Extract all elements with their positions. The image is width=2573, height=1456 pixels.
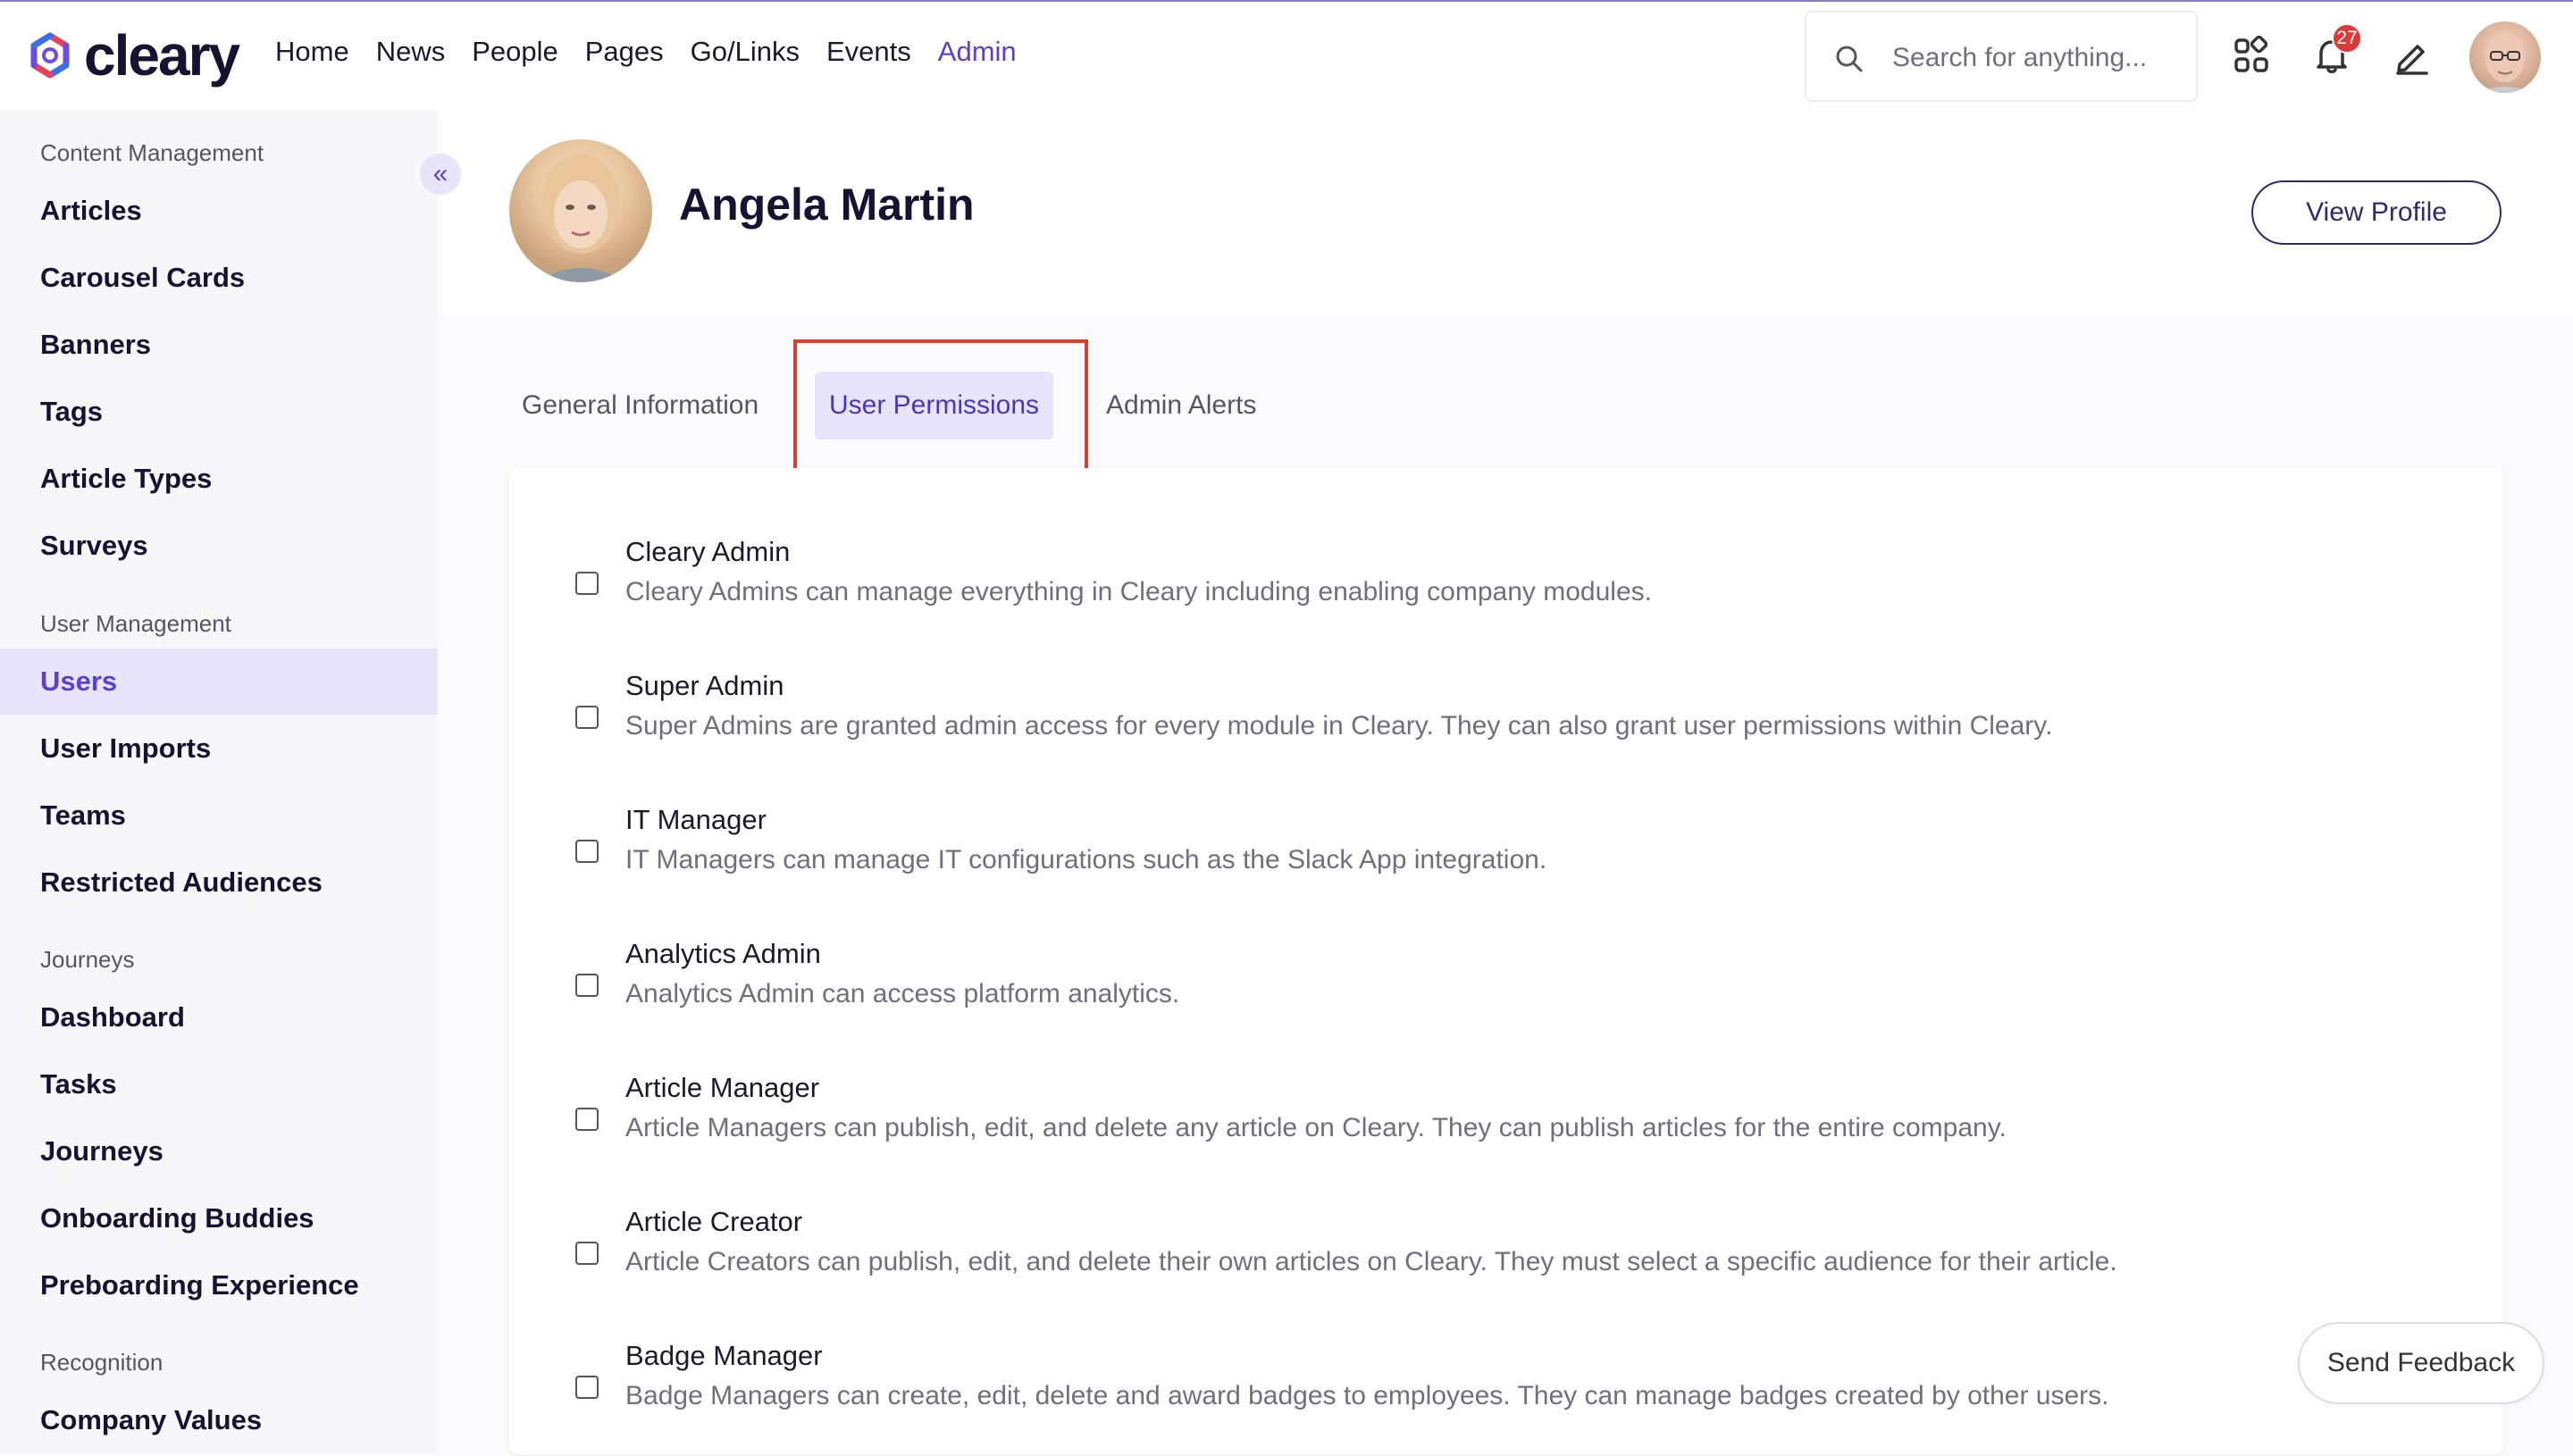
permission-checkbox[interactable] [575, 572, 599, 595]
nav-events[interactable]: Events [826, 36, 911, 68]
permissions-card: Cleary Admin Cleary Admins can manage ev… [509, 468, 2503, 1454]
double-chevron-left-icon: « [432, 159, 448, 188]
cleary-logo[interactable]: cleary [25, 21, 240, 89]
sidebar-item-teams[interactable]: Teams [0, 782, 438, 849]
permission-checkbox[interactable] [575, 840, 599, 863]
permission-row-article-creator: Article Creator Article Creators can pub… [509, 1206, 2503, 1322]
sidebar-item-surveys[interactable]: Surveys [0, 513, 438, 579]
permission-title: Article Manager [625, 1072, 820, 1103]
section-label-recognition: Recognition [40, 1349, 163, 1376]
sidebar-item-tasks[interactable]: Tasks [0, 1051, 438, 1117]
collapse-sidebar-button[interactable]: « [420, 154, 461, 195]
nav-admin[interactable]: Admin [938, 36, 1017, 68]
permission-row-it-manager: IT Manager IT Managers can manage IT con… [509, 804, 2503, 920]
permission-title: Article Creator [625, 1206, 803, 1237]
permission-description: IT Managers can manage IT configurations… [625, 845, 1547, 874]
permission-title: Analytics Admin [625, 938, 821, 969]
nav-golinks[interactable]: Go/Links [691, 36, 800, 68]
permission-description: Article Managers can publish, edit, and … [625, 1113, 2007, 1142]
permission-checkbox[interactable] [575, 1376, 599, 1399]
tab-highlight-annotation [793, 339, 1088, 479]
main-nav: Home News People Pages Go/Links Events A… [275, 36, 1017, 68]
permission-checkbox[interactable] [575, 974, 599, 997]
logo-text: cleary [84, 23, 240, 88]
cleary-logo-icon [30, 32, 70, 79]
send-feedback-button[interactable]: Send Feedback [2298, 1322, 2544, 1404]
permission-description: Super Admins are granted admin access fo… [625, 711, 2053, 741]
nav-pages[interactable]: Pages [585, 36, 664, 68]
top-navigation-bar: cleary Home News People Pages Go/Links E… [0, 2, 2573, 109]
permission-row-analytics-admin: Analytics Admin Analytics Admin can acce… [509, 938, 2503, 1054]
sidebar-item-banners[interactable]: Banners [0, 312, 438, 378]
notification-count-badge: 27 [2332, 23, 2362, 54]
permission-row-super-admin: Super Admin Super Admins are granted adm… [509, 670, 2503, 786]
tab-general-information[interactable]: General Information [522, 372, 758, 439]
permission-row-article-manager: Article Manager Article Managers can pub… [509, 1072, 2503, 1188]
tab-admin-alerts[interactable]: Admin Alerts [1106, 372, 1256, 439]
sidebar-item-journeys[interactable]: Journeys [0, 1118, 438, 1184]
admin-sidebar: Content Management Articles Carousel Car… [0, 109, 438, 1454]
section-label-content-management: Content Management [40, 139, 264, 166]
profile-photo-icon [536, 154, 625, 282]
section-label-user-management: User Management [40, 610, 231, 637]
permission-description: Cleary Admins can manage everything in C… [625, 577, 1652, 607]
sidebar-item-user-imports[interactable]: User Imports [0, 715, 438, 782]
sidebar-item-article-types[interactable]: Article Types [0, 446, 438, 512]
permission-checkbox[interactable] [575, 1242, 599, 1265]
search-input[interactable]: Search for anything... [1805, 11, 2198, 102]
nav-home[interactable]: Home [275, 36, 349, 68]
permission-row-cleary-admin: Cleary Admin Cleary Admins can manage ev… [509, 536, 2503, 652]
permission-checkbox[interactable] [575, 1108, 599, 1131]
profile-avatar [509, 139, 652, 282]
permission-checkbox[interactable] [575, 706, 599, 729]
sidebar-item-onboarding-buddies[interactable]: Onboarding Buddies [0, 1185, 438, 1251]
nav-news[interactable]: News [376, 36, 446, 68]
sidebar-item-company-values[interactable]: Company Values [0, 1387, 438, 1453]
search-placeholder: Search for anything... [1892, 43, 2148, 72]
sidebar-item-preboarding-experience[interactable]: Preboarding Experience [0, 1252, 438, 1318]
avatar-face-icon [2478, 32, 2532, 93]
permission-description: Badge Managers can create, edit, delete … [625, 1381, 2109, 1410]
permission-description: Article Creators can publish, edit, and … [625, 1247, 2117, 1276]
grid-icon[interactable] [2232, 36, 2271, 75]
sidebar-item-restricted-audiences[interactable]: Restricted Audiences [0, 849, 438, 916]
sidebar-item-articles[interactable]: Articles [0, 178, 438, 244]
profile-name: Angela Martin [679, 180, 975, 230]
permission-row-badge-manager: Badge Manager Badge Managers can create,… [509, 1340, 2503, 1456]
search-icon [1836, 46, 1863, 72]
permission-title: Badge Manager [625, 1340, 823, 1371]
permission-title: IT Manager [625, 804, 767, 835]
view-profile-button[interactable]: View Profile [2251, 180, 2502, 245]
permission-title: Super Admin [625, 670, 784, 701]
current-user-avatar[interactable] [2469, 21, 2541, 93]
pencil-icon[interactable] [2393, 36, 2432, 75]
permission-description: Analytics Admin can access platform anal… [625, 979, 1180, 1008]
section-label-journeys: Journeys [40, 946, 135, 973]
sidebar-item-users[interactable]: Users [0, 649, 438, 715]
permission-title: Cleary Admin [625, 536, 791, 567]
nav-people[interactable]: People [472, 36, 558, 68]
sidebar-item-dashboard[interactable]: Dashboard [0, 984, 438, 1050]
sidebar-item-tags[interactable]: Tags [0, 379, 438, 445]
sidebar-item-carousel-cards[interactable]: Carousel Cards [0, 245, 438, 311]
